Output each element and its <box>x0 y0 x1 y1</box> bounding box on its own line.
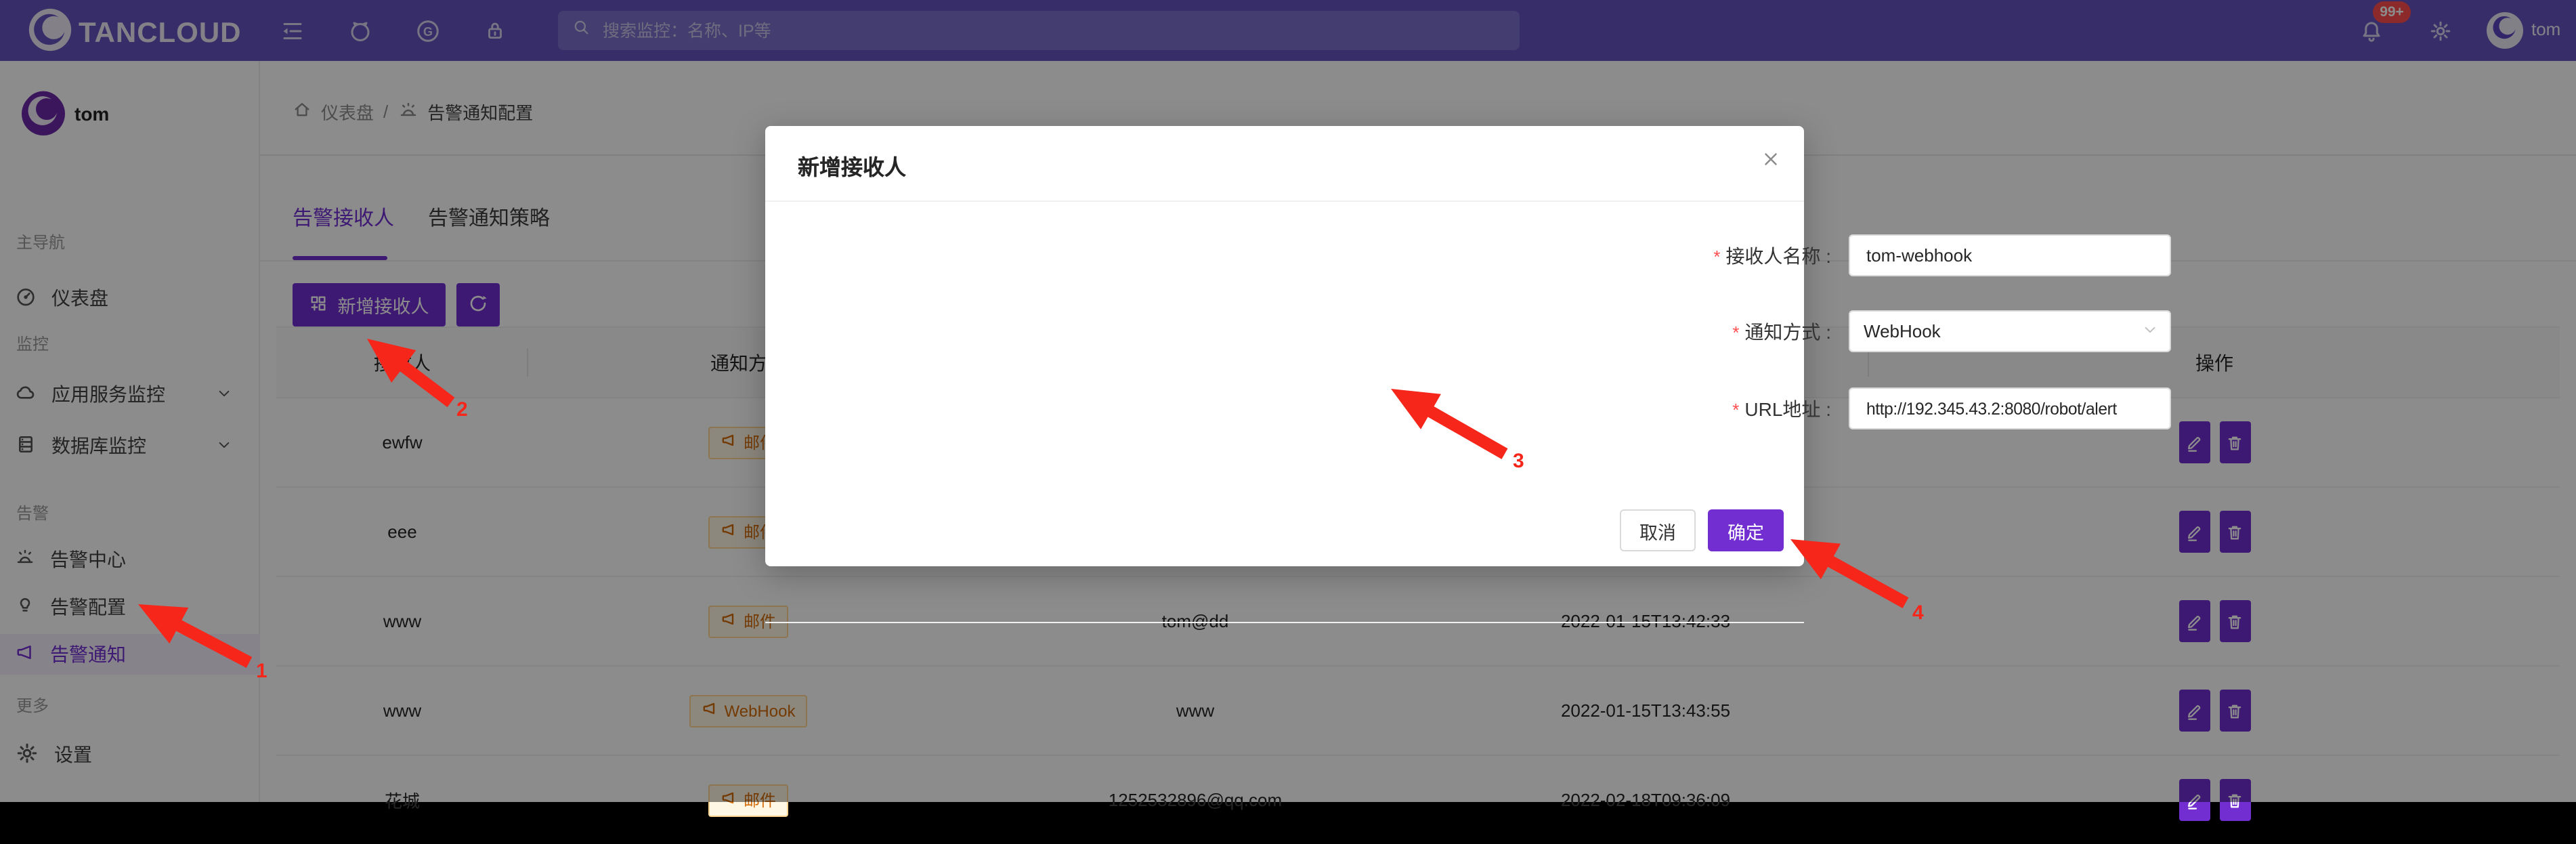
required-asterisk: * <box>1732 399 1739 419</box>
select-chevron-icon <box>2143 321 2158 341</box>
form-row-url: *URL地址 : <box>765 387 1804 429</box>
add-receiver-modal: 新增接收人 *接收人名称 : *通知方式 : WebHook *URL地址 : <box>765 126 1804 566</box>
form-row-name: *接收人名称 : <box>765 234 1804 276</box>
cancel-button[interactable]: 取消 <box>1620 509 1696 551</box>
receiver-name-input[interactable] <box>1864 244 2156 267</box>
receiver-name-field[interactable] <box>1849 234 2171 276</box>
modal-header-divider <box>765 201 1804 202</box>
required-asterisk: * <box>1713 246 1720 266</box>
modal-close-icon[interactable] <box>1761 149 1781 176</box>
webhook-url-field[interactable] <box>1849 387 2171 429</box>
app-root: TANCLOUD G 99+ tom tom 主导航 仪表盘 监控 应用服务监控 <box>0 0 2576 802</box>
modal-title: 新增接收人 <box>798 149 906 182</box>
notify-method-value: WebHook <box>1864 321 1941 341</box>
field-label-method: *通知方式 : <box>765 318 1831 345</box>
required-asterisk: * <box>1732 322 1739 342</box>
webhook-url-input[interactable] <box>1864 398 2156 419</box>
form-row-method: *通知方式 : WebHook <box>765 310 1804 352</box>
confirm-button[interactable]: 确定 <box>1708 509 1784 551</box>
notify-method-select[interactable]: WebHook <box>1849 310 2171 352</box>
field-label-name: *接收人名称 : <box>765 242 1831 269</box>
field-label-url: *URL地址 : <box>765 395 1831 422</box>
modal-footer-divider <box>765 622 1804 623</box>
